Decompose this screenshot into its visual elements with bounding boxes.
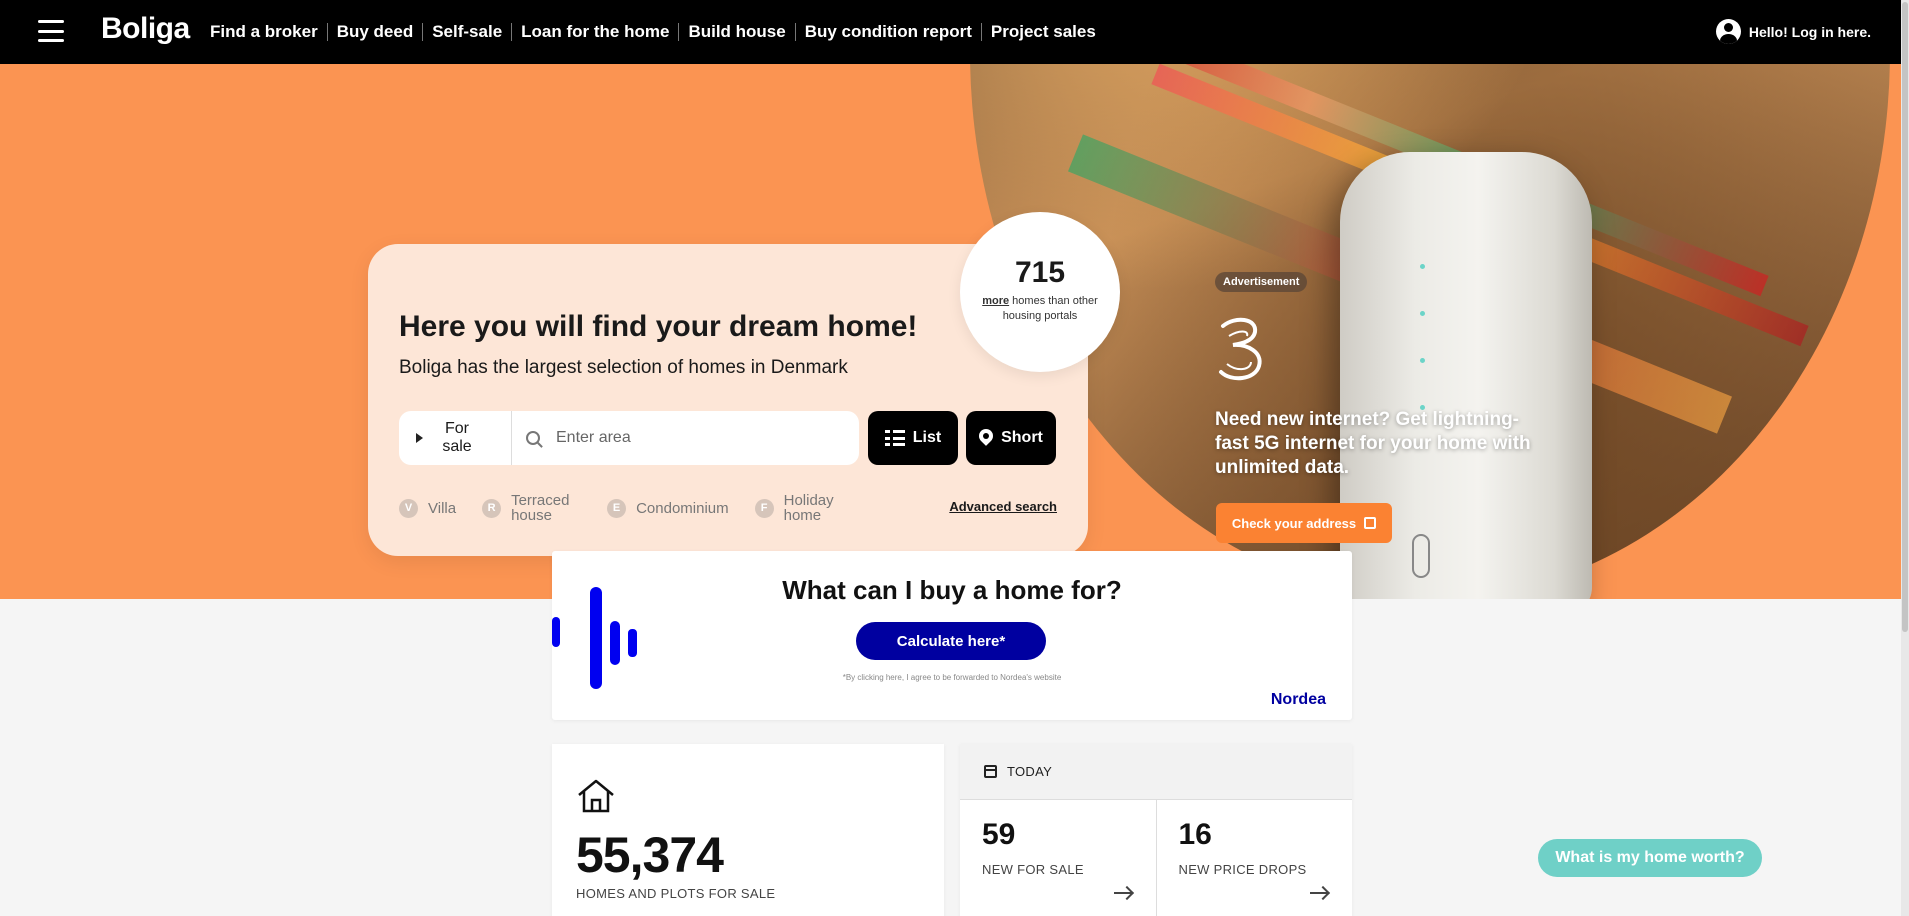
villa-badge: V: [399, 498, 418, 518]
villa-label: Villa: [428, 499, 457, 517]
search-subline: Boliga has the largest selection of home…: [399, 357, 848, 378]
top-navigation: Boliga Find a broker Buy deed Self-sale …: [0, 0, 1909, 64]
login-link[interactable]: Hello! Log in here.: [1715, 19, 1871, 44]
caret-right-icon: [416, 433, 423, 443]
nav-link-buy-deed[interactable]: Buy deed: [328, 23, 424, 41]
today-card: TODAY 59 NEW FOR SALE 16 NEW PRICE DROPS: [960, 744, 1352, 916]
counter-text: more homes than other housing portals: [960, 294, 1120, 324]
home-worth-button[interactable]: What is my home worth?: [1538, 839, 1762, 877]
type-condominium[interactable]: E Condominium: [607, 498, 729, 518]
nav-link-condition-report[interactable]: Buy condition report: [796, 23, 982, 41]
condominium-label: Condominium: [636, 499, 729, 517]
boliga-logo[interactable]: Boliga: [101, 12, 190, 46]
check-address-button[interactable]: Check your address: [1216, 503, 1392, 543]
nordea-banner: What can I buy a home for? Calculate her…: [552, 551, 1352, 720]
nordea-fine-print: *By clicking here, I agree to be forward…: [842, 673, 1062, 682]
new-for-sale-label: NEW FOR SALE: [982, 862, 1084, 877]
search-bar: For sale: [399, 411, 859, 465]
total-homes-label: HOMES AND PLOTS FOR SALE: [576, 886, 776, 901]
for-sale-dropdown[interactable]: For sale: [399, 411, 512, 465]
property-type-filters: V Villa R Terraced house E Condominium F…: [399, 493, 870, 523]
today-label: TODAY: [1007, 764, 1053, 779]
login-label: Hello! Log in here.: [1748, 23, 1871, 40]
calculate-button[interactable]: Calculate here*: [856, 622, 1046, 660]
counter-number: 715: [1014, 256, 1066, 289]
counter-description: homes than other housing portals: [1002, 295, 1098, 322]
type-holiday-home[interactable]: F Holiday home: [754, 492, 844, 524]
nav-link-build-house[interactable]: Build house: [679, 23, 796, 41]
scrollbar-thumb[interactable]: [1902, 2, 1908, 632]
price-drops-tile[interactable]: 16 NEW PRICE DROPS: [1157, 800, 1353, 916]
area-search-input[interactable]: [556, 429, 846, 447]
hero-section: Advertisement Need new internet? Get lig…: [0, 64, 1909, 599]
terraced-house-badge: R: [482, 498, 502, 518]
three-logo-icon: [1219, 317, 1262, 381]
search-icon: [526, 431, 540, 445]
nordea-title: What can I buy a home for?: [782, 575, 1122, 605]
advertisement-badge: Advertisement: [1215, 272, 1308, 292]
advanced-search-link[interactable]: Advanced search: [949, 499, 1057, 514]
search-headline: Here you will find your dream home!: [399, 310, 918, 343]
holiday-home-badge: F: [754, 498, 774, 518]
map-view-label: Short: [1001, 429, 1043, 446]
more-link[interactable]: more: [982, 295, 1009, 307]
new-for-sale-tile[interactable]: 59 NEW FOR SALE: [960, 800, 1157, 916]
price-drops-label: NEW PRICE DROPS: [1178, 862, 1307, 877]
nav-link-find-broker[interactable]: Find a broker: [210, 23, 328, 41]
holiday-home-label: Holiday home: [783, 492, 834, 524]
condominium-badge: E: [607, 498, 627, 518]
nav-link-project-sales[interactable]: Project sales: [982, 23, 1105, 41]
list-icon: [884, 430, 905, 446]
calendar-icon: [984, 765, 997, 778]
today-header: TODAY: [960, 744, 1352, 800]
type-villa[interactable]: V Villa: [399, 498, 457, 518]
type-terraced-house[interactable]: R Terraced house: [482, 493, 581, 523]
for-sale-label: For sale: [442, 420, 472, 455]
house-icon: [578, 779, 614, 813]
nordea-logo[interactable]: Nordea: [1271, 691, 1326, 709]
check-address-label: Check your address: [1231, 515, 1357, 531]
nav-links: Find a broker Buy deed Self-sale Loan fo…: [210, 0, 1105, 64]
list-view-button[interactable]: List: [868, 411, 958, 465]
new-for-sale-count: 59: [982, 818, 1016, 851]
external-link-icon: [1364, 517, 1377, 529]
terraced-house-label: Terraced house: [511, 492, 570, 524]
total-homes-count: 55,374: [576, 827, 724, 883]
homes-for-sale-card[interactable]: 55,374 HOMES AND PLOTS FOR SALE: [552, 744, 944, 916]
arrow-right-icon: [1310, 892, 1328, 894]
map-pin-icon: [979, 429, 993, 447]
map-view-button[interactable]: Short: [966, 411, 1056, 465]
nav-link-loan[interactable]: Loan for the home: [512, 23, 680, 41]
price-drops-count: 16: [1178, 818, 1212, 851]
homes-counter: 715 more homes than other housing portal…: [960, 212, 1120, 372]
advertisement-headline: Need new internet? Get lightning-fast 5G…: [1215, 409, 1531, 478]
menu-icon[interactable]: [38, 20, 64, 42]
nav-link-self-sale[interactable]: Self-sale: [423, 23, 513, 41]
arrow-right-icon: [1113, 892, 1132, 894]
user-icon: [1715, 19, 1741, 44]
scrollbar[interactable]: [1901, 0, 1909, 916]
list-view-label: List: [912, 429, 942, 446]
